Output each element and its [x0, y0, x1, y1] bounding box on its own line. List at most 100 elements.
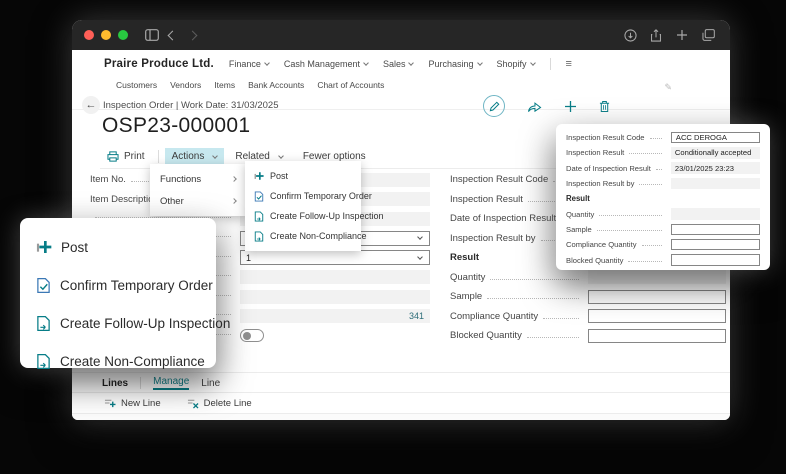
menu-item-create-non-compliance[interactable]: Create Non-Compliance: [20, 342, 216, 380]
chevron-down-icon: [417, 234, 423, 240]
blocked-quantity-input[interactable]: [671, 254, 760, 266]
post-icon: [36, 239, 52, 255]
print-button[interactable]: Print: [100, 148, 152, 165]
delete-record-icon[interactable]: [599, 100, 610, 113]
compliance-quantity-input[interactable]: [671, 239, 760, 251]
menu-item-create-follow-up-inspection[interactable]: Create Follow-Up Inspection: [20, 304, 216, 342]
quantity-field[interactable]: 341: [240, 309, 430, 323]
nav-shopify[interactable]: Shopify: [497, 59, 535, 69]
inspection-result-value: Conditionally accepted: [671, 147, 760, 159]
field-label: Date of Inspection Result: [566, 164, 667, 173]
share-icon[interactable]: [646, 25, 666, 45]
tabs-overview-icon[interactable]: [698, 25, 718, 45]
chevron-down-icon: [477, 60, 483, 66]
subnav-bank-accounts[interactable]: Bank Accounts: [248, 80, 304, 90]
actions-menu-button[interactable]: Actions: [165, 148, 225, 165]
field-label: Compliance Quantity: [566, 240, 667, 249]
share-page-icon[interactable]: [527, 100, 542, 113]
nav-sales[interactable]: Sales: [383, 59, 414, 69]
menu-item-create-non-compliance[interactable]: Create Non-Compliance: [245, 226, 361, 246]
menu-item-create-follow-up-inspection[interactable]: Create Follow-Up Inspection: [245, 206, 361, 226]
create-document-icon: [254, 211, 264, 222]
menu-item-other[interactable]: Other: [150, 190, 246, 212]
forward-nav-icon[interactable]: [182, 25, 202, 45]
functions-submenu: Post Confirm Temporary Order Create Foll…: [245, 161, 361, 251]
compliance-quantity-field[interactable]: [588, 309, 726, 323]
field-label: Inspection Result: [566, 148, 667, 157]
field[interactable]: [240, 270, 430, 284]
quantity-value: [671, 208, 760, 220]
zoomed-menu-callout: Post Confirm Temporary Order Create Foll…: [20, 218, 216, 368]
menu-item-functions[interactable]: Functions: [150, 168, 246, 190]
date-of-inspection-result-value: 23/01/2025 23:23: [671, 162, 760, 174]
page-title: OSP23-000001: [102, 114, 250, 138]
subnav-chart-of-accounts[interactable]: Chart of Accounts: [317, 80, 384, 90]
chevron-right-icon: [231, 176, 237, 182]
toolbar-divider: [158, 150, 159, 163]
chevron-down-icon: [530, 60, 536, 66]
new-line-button[interactable]: New Line: [104, 398, 161, 409]
field-label: Inspection Result Code: [566, 133, 667, 142]
confirm-document-icon: [36, 277, 51, 294]
chevron-down-icon: [213, 153, 219, 159]
inspection-result-code-input[interactable]: ACC DEROGA: [671, 132, 760, 144]
nav-divider: [550, 58, 551, 70]
result-group-header: Result: [566, 194, 590, 203]
sample-field[interactable]: [588, 290, 726, 304]
subnav-items[interactable]: Items: [214, 80, 235, 90]
page-caption: Inspection Order | Work Date: 31/03/2025: [103, 100, 279, 111]
close-window-button[interactable]: [84, 30, 94, 40]
field[interactable]: [240, 290, 430, 304]
toggle-switch-off[interactable]: [240, 329, 264, 342]
menu-item-confirm-temporary-order[interactable]: Confirm Temporary Order: [245, 186, 361, 206]
field-label: Quantity: [566, 210, 667, 219]
screenshot-stage: Praire Produce Ltd. Finance Cash Managem…: [0, 0, 786, 474]
menu-item-confirm-temporary-order[interactable]: Confirm Temporary Order: [20, 266, 216, 304]
dropdown-field[interactable]: 1: [240, 250, 430, 265]
menu-item-post[interactable]: Post: [245, 166, 361, 186]
chevron-down-icon: [264, 60, 270, 66]
chevron-down-icon: [417, 254, 423, 260]
back-button[interactable]: ←: [82, 96, 100, 114]
back-nav-icon[interactable]: [162, 25, 182, 45]
nav-cash-management[interactable]: Cash Management: [284, 59, 368, 69]
result-quantity-field[interactable]: [588, 270, 726, 284]
delete-line-button[interactable]: Delete Line: [187, 398, 252, 409]
lines-action-bar: New Line Delete Line: [72, 392, 730, 414]
chevron-down-icon: [278, 153, 284, 159]
field-label: Sample: [450, 291, 584, 302]
subnav-customers[interactable]: Customers: [116, 80, 157, 90]
zoom-window-button[interactable]: [118, 30, 128, 40]
new-record-icon[interactable]: [564, 100, 577, 113]
browser-titlebar: [72, 20, 730, 50]
edit-button[interactable]: [483, 95, 505, 117]
blocked-quantity-field[interactable]: [588, 329, 726, 343]
chevron-right-icon: [231, 198, 237, 204]
result-group-header: Result: [450, 252, 479, 263]
field-label: Blocked Quantity: [566, 256, 667, 265]
field-label: Quantity: [450, 272, 584, 283]
confirm-document-icon: [254, 191, 264, 202]
sidebar-icon[interactable]: [142, 25, 162, 45]
menu-item-post[interactable]: Post: [20, 228, 216, 266]
downloads-icon[interactable]: [620, 25, 640, 45]
new-tab-icon[interactable]: [672, 25, 692, 45]
nav-purchasing[interactable]: Purchasing: [428, 59, 481, 69]
actions-dropdown-menu: Functions Other: [150, 164, 246, 216]
more-menu-icon[interactable]: ≡: [566, 58, 572, 70]
lines-grid-area: [72, 414, 730, 420]
subnav-vendors[interactable]: Vendors: [170, 80, 201, 90]
field-label: Compliance Quantity: [450, 311, 584, 322]
create-document-icon: [36, 315, 51, 332]
customize-pencil-icon[interactable]: ✎: [664, 82, 672, 93]
field-label: Sample: [566, 225, 667, 234]
company-name[interactable]: Praire Produce Ltd.: [104, 58, 214, 70]
create-document-icon: [254, 231, 264, 242]
minimize-window-button[interactable]: [101, 30, 111, 40]
inspection-result-by-value: [671, 178, 760, 190]
field-label: Inspection Result by: [566, 179, 667, 188]
sample-input[interactable]: [671, 224, 760, 236]
nav-finance[interactable]: Finance: [229, 59, 269, 69]
result-fields-callout: Inspection Result Code ACC DEROGA Inspect…: [556, 124, 770, 270]
field-label: Blocked Quantity: [450, 330, 584, 341]
